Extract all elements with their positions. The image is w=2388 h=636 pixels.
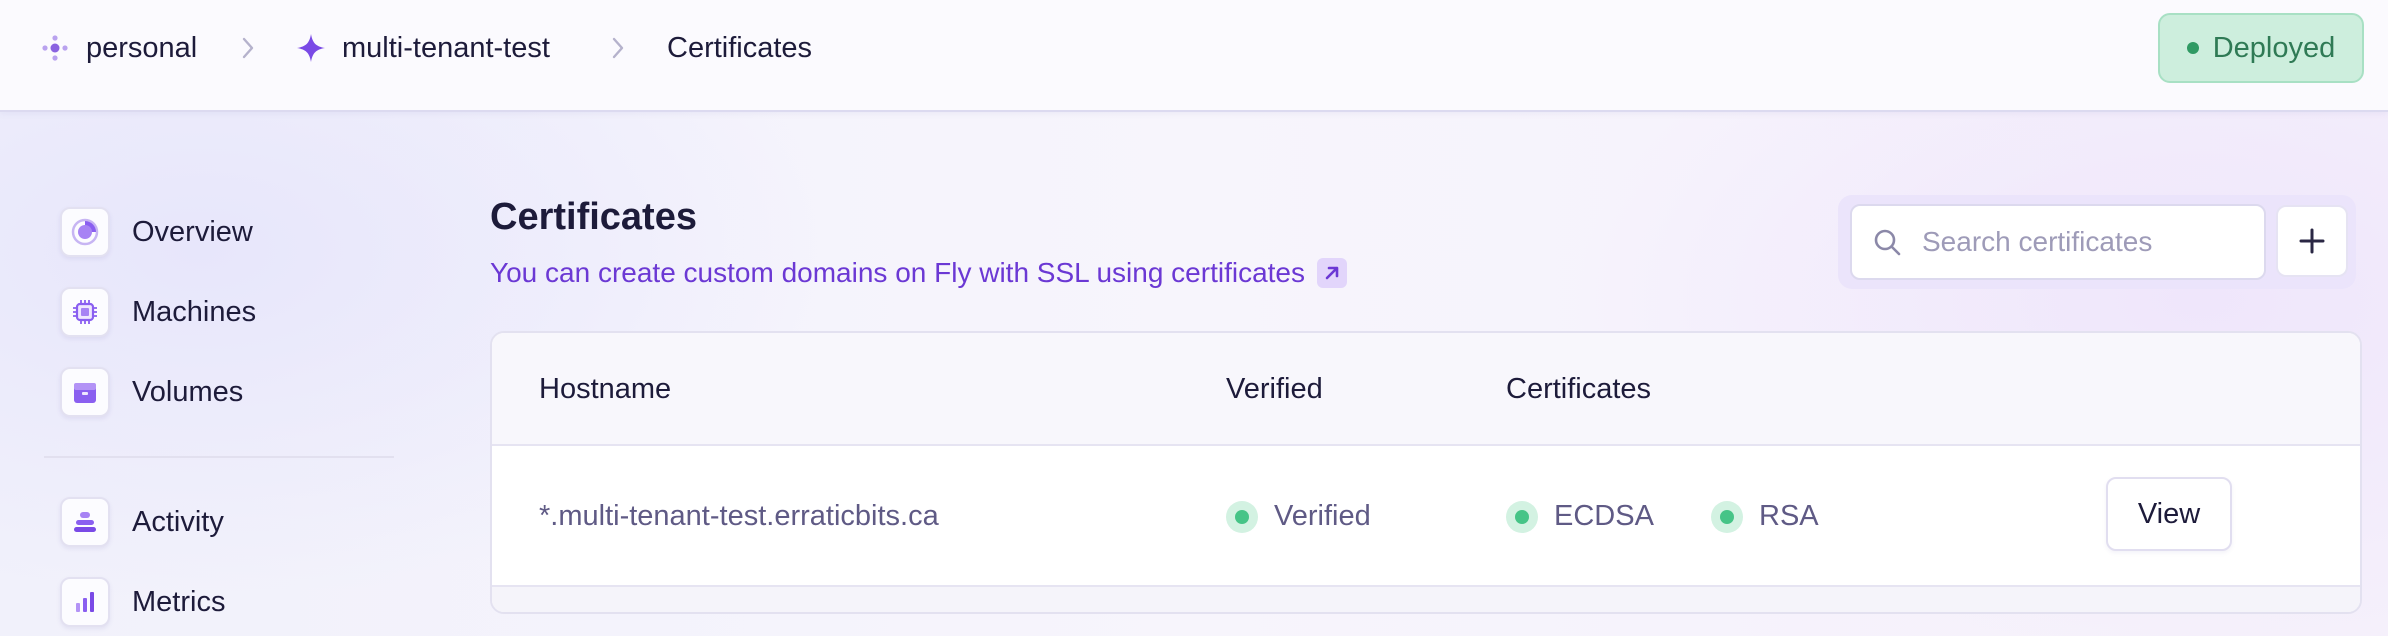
sparkle-icon [296,33,326,63]
search-field[interactable] [1850,204,2266,280]
certificate-rsa: RSA [1711,446,1819,587]
ecdsa-status-icon [1506,500,1538,533]
search-input[interactable] [1922,226,2242,258]
rsa-status-icon [1711,500,1743,533]
sidebar-item-overview[interactable]: Overview [60,206,400,258]
breadcrumb-page-label: Certificates [667,31,813,64]
view-certificate-button[interactable]: View [2106,477,2232,551]
top-bar: personal multi-tenant-test Certificates … [0,0,2388,112]
certificate-ecdsa: ECDSA [1506,446,1654,587]
breadcrumb-current: Certificates [667,0,812,96]
verified-status-icon [1226,500,1258,533]
overview-icon [60,207,110,257]
sidebar-item-metrics[interactable]: Metrics [60,576,400,628]
sidebar-item-volumes[interactable]: Volumes [60,366,400,418]
certificate-type-label: ECDSA [1554,500,1654,532]
chevron-right-icon [241,34,255,62]
sidebar-item-activity[interactable]: Activity [60,496,400,548]
bar-chart-icon [60,577,110,627]
chevron-right-icon [611,34,625,62]
column-header-verified[interactable]: Verified [1226,333,1323,446]
breadcrumb-org-label: personal [86,31,198,64]
sidebar-item-label: Overview [132,215,253,248]
plus-icon [2297,226,2327,256]
verified-status-label: Verified [1274,500,1371,532]
add-certificate-button[interactable] [2276,205,2348,277]
hostname-value: *.multi-tenant-test.erraticbits.ca [539,500,939,532]
certificates-table: Hostname Verified Certificates *.multi-t… [490,331,2362,614]
subtitle-text: You can create custom domains on Fly wit… [490,257,1305,288]
sidebar-item-label: Activity [132,505,224,538]
sidebar-item-label: Metrics [132,585,226,618]
sidebar-item-machines[interactable]: Machines [60,286,400,338]
hostname-cell: *.multi-tenant-test.erraticbits.ca [539,446,939,587]
stack-icon [60,497,110,547]
column-header-hostname[interactable]: Hostname [539,333,671,446]
external-link-icon [1317,258,1347,288]
page-title: Certificates [490,196,697,238]
sidebar-item-label: Machines [132,295,257,328]
chip-icon [60,287,110,337]
box-icon [60,367,110,417]
breadcrumb-org[interactable]: personal [40,0,197,96]
status-dot-icon [2186,42,2199,54]
breadcrumb-app-label: multi-tenant-test [342,31,550,64]
table-header: Hostname Verified Certificates [492,333,2360,446]
column-header-certificates[interactable]: Certificates [1506,333,1651,446]
org-dots-icon [40,33,70,63]
certificate-type-label: RSA [1759,500,1819,532]
table-footer [492,587,2360,612]
deployed-status-badge[interactable]: Deployed [2158,13,2364,83]
breadcrumb-app[interactable]: multi-tenant-test [296,0,550,96]
custom-domains-link[interactable]: You can create custom domains on Fly wit… [490,256,1347,290]
verified-cell: Verified [1226,446,1371,587]
deployed-status-label: Deployed [2212,31,2336,64]
sidebar-item-label: Volumes [132,375,244,408]
sidebar-divider [44,456,394,458]
search-icon [1872,227,1902,257]
table-row[interactable]: *.multi-tenant-test.erraticbits.ca Verif… [492,446,2360,587]
